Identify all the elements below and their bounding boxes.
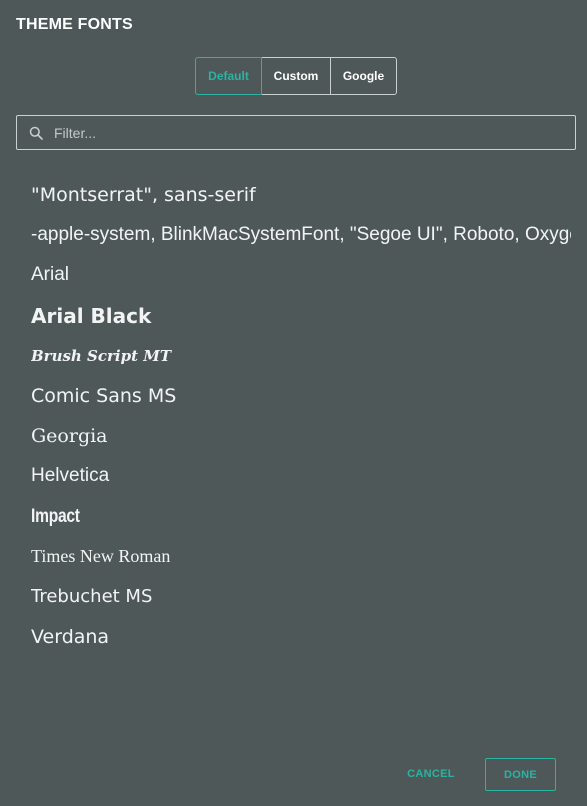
tab-default[interactable]: Default [195, 57, 262, 95]
filter-box [16, 115, 576, 150]
tab-google[interactable]: Google [330, 57, 397, 95]
tab-custom[interactable]: Custom [261, 57, 331, 95]
font-item-verdana[interactable]: Verdana [31, 617, 571, 657]
search-icon [29, 125, 45, 141]
filter-input[interactable] [54, 116, 575, 149]
cancel-button[interactable]: CANCEL [396, 758, 466, 790]
font-item-trebuchet-ms[interactable]: Trebuchet MS [31, 577, 571, 617]
font-source-tabs: Default Custom Google [195, 57, 397, 95]
font-list: "Montserrat", sans-serif -apple-system, … [31, 175, 571, 657]
done-button[interactable]: DONE [485, 758, 556, 791]
font-item-georgia[interactable]: Georgia [31, 416, 571, 456]
font-item-times-new-roman[interactable]: Times New Roman [31, 537, 571, 577]
theme-fonts-dialog: THEME FONTS Default Custom Google "Monts… [0, 0, 587, 806]
font-item-arial-black[interactable]: Arial Black [31, 296, 571, 336]
font-item-brush-script-mt[interactable]: Brush Script MT [31, 336, 571, 376]
font-item-montserrat[interactable]: "Montserrat", sans-serif [31, 175, 571, 215]
font-item-arial[interactable]: Arial [31, 255, 571, 295]
font-item-helvetica[interactable]: Helvetica [31, 456, 571, 496]
font-item-comic-sans-ms[interactable]: Comic Sans MS [31, 376, 571, 416]
dialog-title: THEME FONTS [16, 16, 133, 33]
font-item-impact[interactable]: Impact [31, 497, 474, 537]
font-item-system-stack[interactable]: -apple-system, BlinkMacSystemFont, "Sego… [31, 215, 571, 255]
